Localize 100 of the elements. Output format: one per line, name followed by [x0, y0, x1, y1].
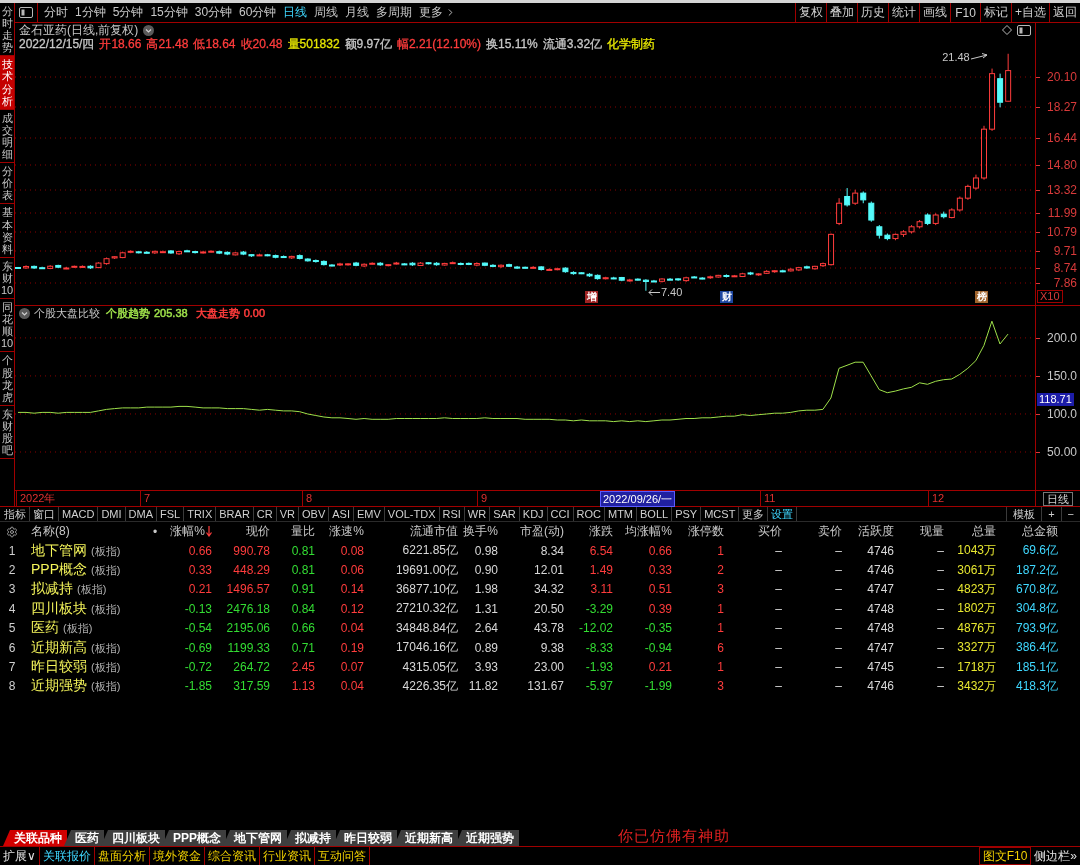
event-marker[interactable]: 榜 [975, 291, 988, 303]
column-header[interactable]: 涨停数 [676, 523, 728, 540]
tool-button[interactable]: + [1041, 507, 1061, 521]
column-header[interactable]: 现价 [216, 523, 274, 540]
event-marker[interactable]: 增 [585, 291, 598, 303]
sector-tab[interactable]: 关联品种 [3, 830, 67, 846]
indicator-tab[interactable]: ASI [329, 507, 354, 521]
period-button[interactable]: 日线 [1043, 491, 1073, 506]
tool-button[interactable]: − [1060, 507, 1080, 521]
column-header[interactable]: 名称(8) [24, 523, 145, 540]
indicator-tab[interactable]: 指标 [1, 507, 30, 521]
indicator-tab[interactable]: MACD [59, 507, 99, 521]
indicator-tab[interactable]: SAR [490, 507, 520, 521]
sector-tab[interactable]: 医药 [64, 830, 104, 846]
indicator-tab[interactable]: CR [253, 507, 277, 521]
sector-name[interactable]: 四川板块 [31, 599, 87, 618]
toolbar-button[interactable]: 历史 [857, 3, 888, 22]
diamond-icon[interactable] [1002, 25, 1012, 35]
sector-tab[interactable]: 拟减持 [284, 830, 336, 846]
status-tab[interactable]: 行业资讯 [259, 847, 315, 865]
column-header[interactable]: 涨幅% [165, 523, 216, 540]
indicator-tab[interactable]: VOL-TDX [384, 507, 440, 521]
period-tab[interactable]: 更多 [419, 4, 457, 21]
column-header[interactable]: 卖价 [786, 523, 846, 540]
indicator-tab[interactable]: MTM [605, 507, 638, 521]
period-tab[interactable]: 5分钟 [112, 4, 144, 21]
sidebar-tab[interactable]: 技术分析 [0, 56, 14, 110]
indicator-tab[interactable]: RSI [439, 507, 465, 521]
sector-name[interactable]: 医药 [31, 619, 59, 638]
sector-tab[interactable]: PPP概念 [162, 830, 226, 846]
column-header[interactable]: 市盈(动) [502, 523, 568, 540]
toolbar-button[interactable]: 标记 [980, 3, 1011, 22]
status-tab[interactable]: 综合资讯 [204, 847, 260, 865]
column-header[interactable]: 流通市值 [368, 523, 462, 540]
sector-tab[interactable]: 昨日较弱 [333, 830, 397, 846]
period-tab[interactable]: 多周期 [376, 4, 413, 21]
sidebar-tab[interactable]: 东财10 [0, 257, 14, 300]
dropdown-icon[interactable] [143, 24, 155, 36]
toolbar-button[interactable]: 叠加 [826, 3, 857, 22]
column-header[interactable]: 量比 [274, 523, 319, 540]
indicator-tab[interactable]: EMV [353, 507, 385, 521]
period-tab[interactable]: 月线 [345, 4, 370, 21]
event-marker[interactable]: 财 [720, 291, 733, 303]
sector-tab[interactable]: 近期强势 [455, 830, 519, 846]
indicator-tab[interactable]: KDJ [519, 507, 548, 521]
sector-name[interactable]: 近期新高 [31, 638, 87, 657]
sector-tab[interactable]: 近期新高 [394, 830, 458, 846]
status-tab[interactable]: 扩展∨ [0, 847, 40, 865]
indicator-tab[interactable]: VR [276, 507, 299, 521]
indicator-tab[interactable]: CCI [547, 507, 574, 521]
indicator-tab[interactable]: PSY [672, 507, 702, 521]
period-tab[interactable]: 30分钟 [194, 4, 233, 21]
indicator-tab[interactable]: FSL [157, 507, 185, 521]
period-tab[interactable]: 15分钟 [150, 4, 188, 21]
sidebar-tab[interactable]: 同花顺10 [0, 299, 14, 353]
sidebar-tab[interactable]: 成交明细 [0, 109, 14, 164]
toolbar-button[interactable]: 画线 [919, 3, 950, 22]
period-tab[interactable]: 1分钟 [75, 4, 106, 21]
period-tab[interactable]: 60分钟 [239, 4, 277, 21]
indicator-tab[interactable]: 窗口 [30, 507, 59, 521]
status-tab[interactable]: 盘面分析 [94, 847, 150, 865]
sector-name[interactable]: 拟减持 [31, 580, 73, 599]
indicator-tab[interactable]: 设置 [768, 507, 798, 521]
status-tab[interactable]: 互动问答 [314, 847, 370, 865]
toolbar-button[interactable]: 统计 [888, 3, 919, 22]
indicator-tab[interactable]: BOLL [637, 507, 673, 521]
sidebar-tab[interactable]: 基本资料 [0, 204, 14, 258]
column-header[interactable]: 涨跌 [568, 523, 617, 540]
toolbar-button[interactable]: 复权 [795, 3, 826, 22]
panel-toggle-icon[interactable] [1017, 24, 1031, 36]
column-header[interactable]: 换手% [462, 523, 502, 540]
indicator-tab[interactable]: 更多 [739, 507, 769, 521]
sidebar-tab[interactable]: 东财股吧 [0, 405, 14, 460]
status-button[interactable]: 图文F10 [978, 847, 1032, 865]
indicator-tab[interactable]: MCST [701, 507, 740, 521]
toolbar-button[interactable]: 返回 [1049, 3, 1080, 22]
column-header[interactable]: 总量 [948, 523, 1000, 540]
scale-button[interactable]: X10 [1037, 290, 1063, 303]
panel-toggle-icon[interactable] [19, 7, 33, 18]
settings-icon[interactable] [6, 525, 18, 538]
sector-name[interactable]: 近期强势 [31, 677, 87, 696]
sector-tab[interactable]: 地下管网 [223, 830, 287, 846]
sector-name[interactable]: 昨日较弱 [31, 658, 87, 677]
column-header[interactable]: 现量 [898, 523, 948, 540]
status-tab[interactable]: 境外资金 [149, 847, 205, 865]
indicator-tab[interactable]: DMA [125, 507, 157, 521]
indicator-tab[interactable]: ROC [573, 507, 605, 521]
sector-tab[interactable]: 四川板块 [101, 830, 165, 846]
column-header[interactable]: • [145, 524, 165, 539]
status-button[interactable]: 侧边栏» [1031, 847, 1080, 865]
sidebar-tab[interactable]: 分价表 [0, 163, 14, 205]
period-tab[interactable]: 分时 [44, 4, 68, 21]
column-header[interactable]: 买价 [728, 523, 786, 540]
period-tab[interactable]: 日线 [283, 4, 308, 21]
indicator-tab[interactable]: WR [464, 507, 491, 521]
indicator-tab[interactable]: BRAR [216, 507, 254, 521]
indicator-tab[interactable]: DMI [98, 507, 126, 521]
sector-name[interactable]: 地下管网 [31, 541, 87, 560]
column-header[interactable]: 均涨幅% [617, 523, 676, 540]
column-header[interactable]: 总金额 [1000, 523, 1062, 540]
